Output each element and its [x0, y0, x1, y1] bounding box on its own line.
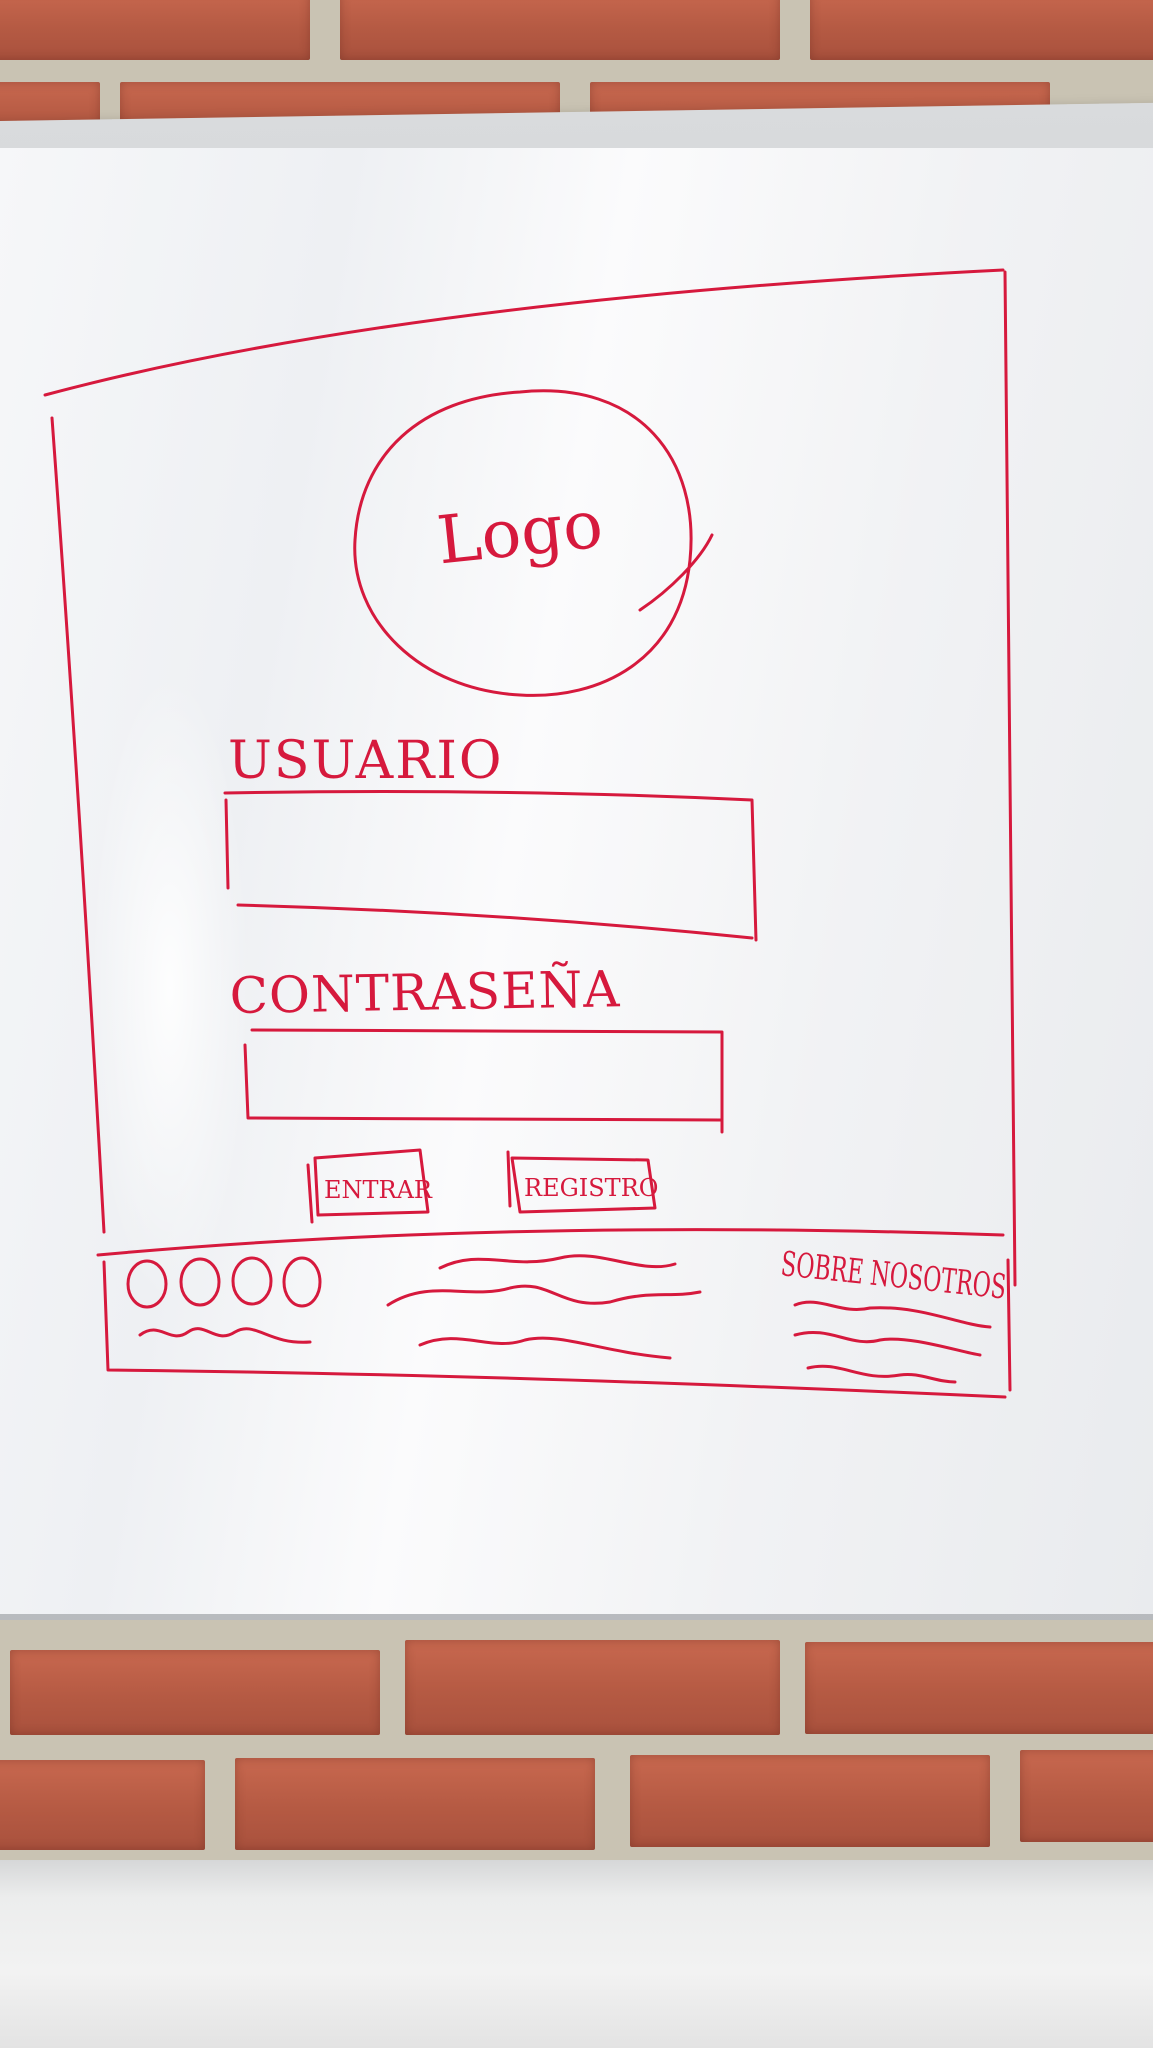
password-label: CONTRASEÑA: [229, 959, 621, 1025]
username-label: USUARIO: [228, 731, 504, 791]
footer-scribble-center: [386, 1254, 702, 1360]
password-input[interactable]: [243, 1028, 724, 1134]
logo-text: Logo: [434, 486, 607, 580]
register-button-label: REGISTRO: [524, 1174, 658, 1202]
footer-scribble-left: [138, 1327, 312, 1344]
social-circle-icon: [179, 1257, 221, 1307]
login-button-label: ENTRAR: [324, 1176, 433, 1204]
social-circle-icon: [126, 1259, 168, 1309]
username-input[interactable]: [223, 790, 758, 942]
footer-social-icons: [126, 1256, 322, 1309]
page-frame: [43, 268, 1017, 1287]
footer-about-title: SOBRE NOSOTROS: [779, 1244, 1008, 1307]
wireframe-sketch: Logo USUARIO CONTRASEÑA ENTRAR REGISTRO …: [43, 268, 1017, 1399]
footer-scribble-right: [793, 1300, 992, 1384]
social-circle-icon: [282, 1256, 322, 1308]
photo-scene: Logo USUARIO CONTRASEÑA ENTRAR REGISTRO …: [0, 0, 1153, 2048]
social-circle-icon: [231, 1256, 273, 1306]
